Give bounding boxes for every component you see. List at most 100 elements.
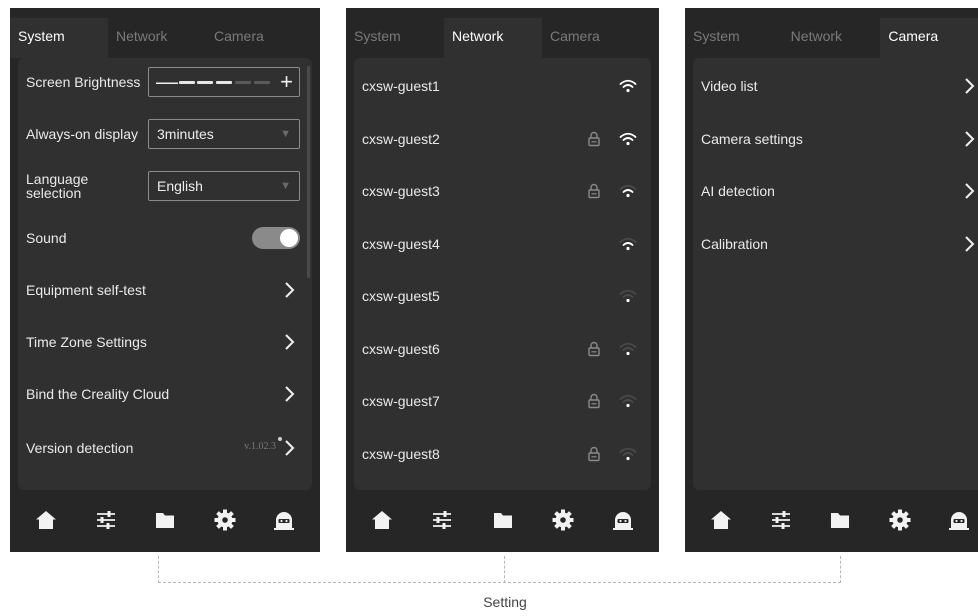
chevron-right-icon[interactable] bbox=[962, 182, 976, 200]
camera-menu-item[interactable]: Video list bbox=[693, 66, 978, 106]
network-ssid-label: cxsw-guest7 bbox=[362, 393, 440, 409]
gear-icon[interactable] bbox=[551, 508, 575, 532]
camera-menu-item-label: Video list bbox=[701, 78, 758, 94]
network-ssid-label: cxsw-guest1 bbox=[362, 78, 440, 94]
brightness-increase-button[interactable]: + bbox=[280, 68, 293, 96]
brightness-decrease-button[interactable]: — bbox=[156, 68, 178, 96]
home-icon[interactable] bbox=[370, 508, 394, 532]
tab-bar: System Network Camera bbox=[685, 18, 978, 58]
chevron-right-icon[interactable] bbox=[282, 333, 296, 351]
camera-menu-item[interactable]: Calibration bbox=[693, 224, 978, 264]
tab-network[interactable]: Network bbox=[444, 18, 542, 58]
brightness-segment bbox=[197, 81, 213, 84]
bottom-navigation bbox=[346, 490, 659, 552]
gear-icon[interactable] bbox=[213, 508, 237, 532]
tab-system[interactable]: System bbox=[685, 18, 783, 58]
camera-menu-item[interactable]: AI detection bbox=[693, 171, 978, 211]
lock-icon bbox=[588, 393, 600, 409]
camera-menu-item-label: AI detection bbox=[701, 183, 775, 199]
tab-network[interactable]: Network bbox=[783, 18, 881, 58]
version-detection-row[interactable]: Version detection v.1.02.3 bbox=[18, 424, 300, 472]
chevron-right-icon[interactable] bbox=[962, 130, 976, 148]
wifi-network-item[interactable]: cxsw-guest2 bbox=[354, 119, 651, 159]
screen-brightness-row: Screen Brightness — + bbox=[18, 58, 300, 106]
chevron-right-icon[interactable] bbox=[962, 235, 976, 253]
home-icon[interactable] bbox=[709, 508, 733, 532]
sliders-icon[interactable] bbox=[430, 508, 454, 532]
connector-line bbox=[504, 556, 505, 583]
tab-network[interactable]: Network bbox=[108, 18, 206, 58]
lock-icon bbox=[588, 341, 600, 356]
equipment-self-test-label: Equipment self-test bbox=[26, 282, 146, 298]
camera-menu-item[interactable]: Camera settings bbox=[693, 119, 978, 159]
language-selection-row: Language selection English ▼ bbox=[18, 162, 300, 210]
wifi-signal-icon bbox=[619, 447, 637, 460]
system-settings-list: Screen Brightness — + Always-on display … bbox=[18, 58, 312, 490]
brightness-segment bbox=[235, 81, 251, 84]
folder-icon[interactable] bbox=[828, 508, 852, 532]
camera-settings-screen: System Network Camera Video list Camera s… bbox=[685, 8, 978, 552]
connector-line bbox=[158, 582, 841, 583]
language-dropdown[interactable]: English ▼ bbox=[148, 171, 300, 201]
camera-settings-list: Video list Camera settings AI detection Cal… bbox=[693, 58, 978, 490]
wifi-network-item[interactable]: cxsw-guest4 bbox=[354, 224, 651, 264]
robot-icon[interactable] bbox=[611, 508, 635, 532]
wifi-network-item[interactable]: cxsw-guest6 bbox=[354, 329, 651, 369]
chevron-right-icon[interactable] bbox=[282, 281, 296, 299]
version-detection-label: Version detection bbox=[26, 440, 134, 456]
version-number: v.1.02.3 bbox=[244, 441, 276, 452]
system-settings-screen: System Network Camera Screen Brightness … bbox=[10, 8, 320, 552]
camera-menu-item-label: Calibration bbox=[701, 235, 768, 252]
time-zone-settings-label: Time Zone Settings bbox=[26, 334, 147, 350]
tab-system[interactable]: System bbox=[346, 18, 444, 58]
brightness-slider[interactable]: — + bbox=[148, 67, 300, 97]
wifi-network-item[interactable]: cxsw-guest8 bbox=[354, 434, 651, 474]
screen-brightness-label: Screen Brightness bbox=[26, 74, 141, 90]
wifi-signal-icon bbox=[619, 184, 637, 198]
always-on-display-dropdown[interactable]: 3minutes ▼ bbox=[148, 119, 300, 149]
chevron-right-icon[interactable] bbox=[282, 385, 296, 403]
network-ssid-label: cxsw-guest5 bbox=[362, 288, 440, 304]
bind-creality-cloud-label: Bind the Creality Cloud bbox=[26, 386, 170, 402]
wifi-signal-icon bbox=[619, 289, 637, 303]
home-icon[interactable] bbox=[34, 508, 58, 532]
scrollbar[interactable] bbox=[307, 66, 310, 278]
wifi-signal-icon bbox=[619, 237, 637, 250]
connector-line bbox=[840, 556, 841, 583]
bottom-navigation bbox=[10, 490, 320, 552]
network-ssid-label: cxsw-guest8 bbox=[362, 445, 440, 462]
tab-camera[interactable]: Camera bbox=[880, 18, 978, 58]
diagram-caption: Setting bbox=[483, 594, 527, 610]
wifi-network-item[interactable]: cxsw-guest3 bbox=[354, 171, 651, 211]
wifi-signal-icon bbox=[619, 79, 637, 93]
sound-toggle[interactable] bbox=[252, 227, 300, 249]
sound-label: Sound bbox=[26, 230, 67, 246]
network-settings-screen: System Network Camera cxsw-guest1 cxsw-gu… bbox=[346, 8, 659, 552]
chevron-right-icon[interactable] bbox=[282, 439, 296, 457]
network-ssid-label: cxsw-guest6 bbox=[362, 340, 440, 357]
gear-icon[interactable] bbox=[888, 508, 912, 532]
wifi-network-item[interactable]: cxsw-guest5 bbox=[354, 276, 651, 316]
folder-icon[interactable] bbox=[491, 508, 515, 532]
tab-system[interactable]: System bbox=[10, 18, 108, 58]
connector-line bbox=[158, 556, 159, 583]
bind-creality-cloud-row[interactable]: Bind the Creality Cloud bbox=[18, 370, 300, 418]
tab-bar: System Network Camera bbox=[10, 18, 320, 58]
tab-camera[interactable]: Camera bbox=[542, 18, 640, 58]
wifi-network-item[interactable]: cxsw-guest7 bbox=[354, 381, 651, 421]
chevron-right-icon[interactable] bbox=[962, 77, 976, 95]
time-zone-settings-row[interactable]: Time Zone Settings bbox=[18, 318, 300, 366]
wifi-signal-icon bbox=[619, 394, 637, 408]
equipment-self-test-row[interactable]: Equipment self-test bbox=[18, 266, 300, 314]
sliders-icon[interactable] bbox=[94, 508, 118, 532]
tab-camera[interactable]: Camera bbox=[206, 18, 304, 58]
folder-icon[interactable] bbox=[153, 508, 177, 532]
wifi-network-item[interactable]: cxsw-guest1 bbox=[354, 66, 651, 106]
bottom-navigation bbox=[685, 490, 978, 552]
lock-icon bbox=[588, 446, 600, 461]
sliders-icon[interactable] bbox=[769, 508, 793, 532]
robot-icon[interactable] bbox=[272, 508, 296, 532]
robot-icon[interactable] bbox=[947, 508, 971, 532]
lock-icon bbox=[588, 131, 600, 146]
language-value: English bbox=[157, 178, 203, 194]
